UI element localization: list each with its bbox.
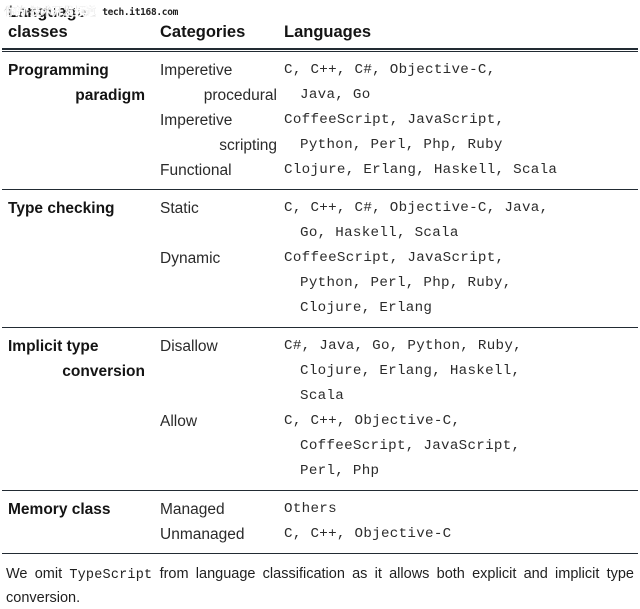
category-label-line1: Managed xyxy=(160,501,225,518)
category-group: Managed xyxy=(160,497,277,522)
languages-line: Clojure, Erlang xyxy=(300,300,433,316)
languages-group: Clojure, Erlang, Haskell, Scala xyxy=(284,158,640,183)
category-label-line2: scripting xyxy=(219,137,277,154)
category-group: Imperetive procedural xyxy=(160,58,277,108)
languages-cell: C, C++, C#, Objective-C, Java, Go Coffee… xyxy=(283,58,640,183)
column-header-categories: Categories xyxy=(160,23,246,41)
category-cell: Static Dynamic xyxy=(155,196,283,271)
column-header-language-classes-line2: classes xyxy=(8,23,68,41)
languages-cell: C#, Java, Go, Python, Ruby, Clojure, Erl… xyxy=(283,334,640,484)
row-label-line1: Memory class xyxy=(8,501,111,518)
category-group: Unmanaged xyxy=(160,522,277,547)
row-label-line1: Type checking xyxy=(8,200,115,217)
languages-group: Others xyxy=(284,497,640,522)
row-label-line1: Implicit type xyxy=(8,338,99,355)
languages-line: C#, Java, Go, Python, Ruby, xyxy=(284,338,522,354)
row-label-type-checking: Type checking xyxy=(0,196,155,221)
watermark-url-text: tech.it168.com xyxy=(102,7,179,18)
category-group: Static xyxy=(160,196,277,246)
languages-cell: Others C, C++, Objective-C xyxy=(283,497,640,547)
row-label-line2: paradigm xyxy=(75,87,145,104)
languages-line: C, C++, Objective-C, xyxy=(284,413,461,429)
row-label-line1: Programming xyxy=(8,62,109,79)
languages-line: Java, Go xyxy=(300,87,371,103)
languages-group: C, C++, C#, Objective-C, Java, Go, Haske… xyxy=(284,196,640,246)
languages-line: C, C++, C#, Objective-C, xyxy=(284,62,496,78)
languages-group: C#, Java, Go, Python, Ruby, Clojure, Erl… xyxy=(284,334,640,409)
category-cell: Imperetive procedural Imperetive scripti… xyxy=(155,58,283,183)
languages-line: CoffeeScript, JavaScript, xyxy=(284,112,505,128)
languages-line: C, C++, C#, Objective-C, Java, xyxy=(284,200,549,216)
languages-line: Perl, Php xyxy=(300,463,380,479)
languages-line: Clojure, Erlang, Haskell, Scala xyxy=(284,162,558,178)
category-label-line1: Allow xyxy=(160,413,198,430)
category-group: Functional xyxy=(160,158,277,183)
category-cell: Disallow Allow xyxy=(155,334,283,434)
category-label-line2: procedural xyxy=(203,87,277,104)
languages-line: CoffeeScript, JavaScript, xyxy=(300,438,521,454)
category-label-line1: Unmanaged xyxy=(160,526,245,543)
category-label-line1: Functional xyxy=(160,162,232,179)
category-label-line1: Dynamic xyxy=(160,250,221,267)
languages-line: Others xyxy=(284,501,337,517)
category-group: Imperetive scripting xyxy=(160,108,277,158)
table-footnote: We omit TypeScript from language classif… xyxy=(0,554,640,609)
languages-line: Go, Haskell, Scala xyxy=(300,225,459,241)
row-label-implicit-type-conversion: Implicit type conversion xyxy=(0,334,155,384)
languages-line: C, C++, Objective-C xyxy=(284,526,452,542)
watermark-chinese-text: 你的·技术开发频道 xyxy=(4,5,97,18)
table-row: Programming paradigm Imperetive procedur… xyxy=(0,52,640,189)
languages-group: C, C++, Objective-C xyxy=(284,522,640,547)
table-row: Type checking Static Dynamic C, C++, C#,… xyxy=(0,190,640,327)
category-label-line1: Disallow xyxy=(160,338,218,355)
category-group: Disallow xyxy=(160,334,277,409)
languages-line: CoffeeScript, JavaScript, xyxy=(284,250,505,266)
languages-cell: C, C++, C#, Objective-C, Java, Go, Haske… xyxy=(283,196,640,321)
language-classification-table: Language classes Categories Languages Pr… xyxy=(0,0,640,609)
category-label-line1: Imperetive xyxy=(160,112,233,129)
languages-group: CoffeeScript, JavaScript, Python, Perl, … xyxy=(284,108,640,158)
category-cell: Managed Unmanaged xyxy=(155,497,283,547)
row-label-programming-paradigm: Programming paradigm xyxy=(0,58,155,108)
category-group: Dynamic xyxy=(160,246,277,271)
category-label-line1: Static xyxy=(160,200,199,217)
languages-line: Scala xyxy=(300,388,345,404)
languages-line: Python, Perl, Php, Ruby xyxy=(300,137,503,153)
languages-line: Clojure, Erlang, Haskell, xyxy=(300,363,521,379)
category-label-line1: Imperetive xyxy=(160,62,233,79)
row-label-memory-class: Memory class xyxy=(0,497,155,522)
footnote-part1: We omit xyxy=(6,566,70,582)
languages-group: C, C++, C#, Objective-C, Java, Go xyxy=(284,58,640,108)
table-row: Implicit type conversion Disallow Allow … xyxy=(0,328,640,490)
footnote-mono-term: TypeScript xyxy=(69,568,153,583)
category-group: Allow xyxy=(160,409,277,434)
row-label-line2: conversion xyxy=(62,363,145,380)
languages-line: Python, Perl, Php, Ruby, xyxy=(300,275,512,291)
column-header-languages: Languages xyxy=(284,23,372,41)
languages-group: CoffeeScript, JavaScript, Python, Perl, … xyxy=(284,246,640,321)
languages-group: C, C++, Objective-C, CoffeeScript, JavaS… xyxy=(284,409,640,484)
site-watermark: 你的·技术开发频道 tech.it168.com xyxy=(4,3,179,19)
table-row: Memory class Managed Unmanaged Others C,… xyxy=(0,491,640,553)
